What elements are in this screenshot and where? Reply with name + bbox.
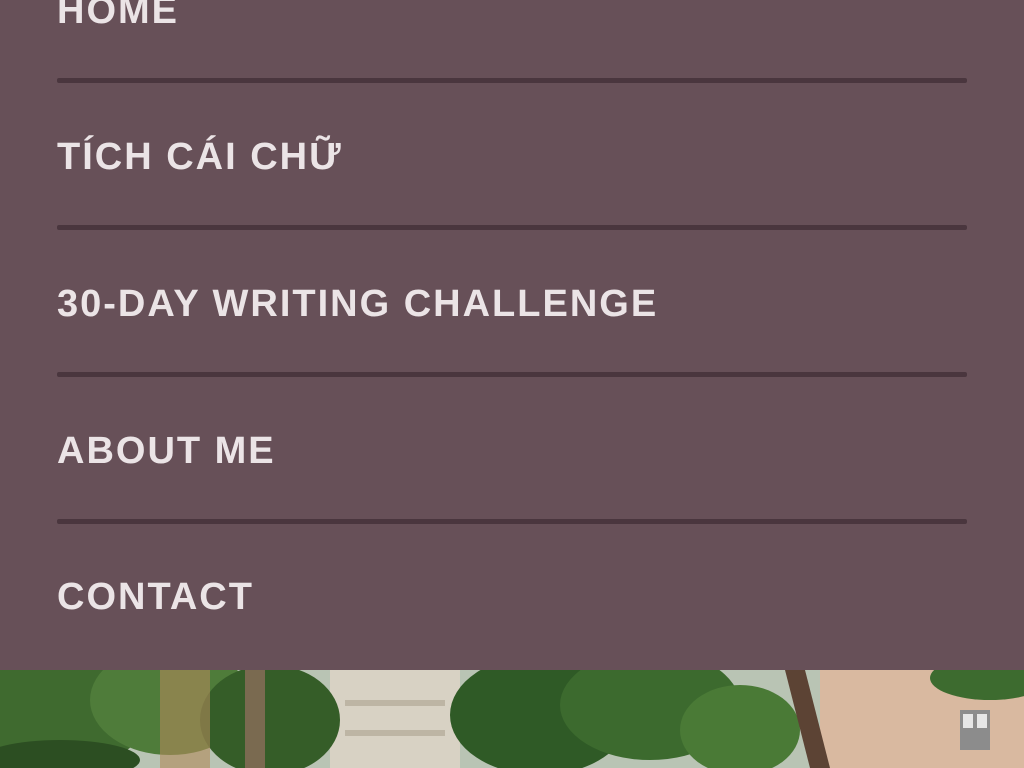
- menu-item-label: ABOUT ME: [57, 430, 276, 472]
- navigation-menu: HOME TÍCH CÁI CHỮ 30-DAY WRITING CHALLEN…: [0, 0, 1024, 670]
- menu-item-label: HOME: [57, 0, 179, 32]
- menu-item-home[interactable]: HOME: [57, 0, 967, 87]
- menu-item-label: TÍCH CÁI CHỮ: [57, 136, 343, 178]
- menu-item-30-day-writing-challenge[interactable]: 30-DAY WRITING CHALLENGE: [57, 230, 967, 377]
- hero-photo-trees: [0, 670, 1024, 768]
- menu-item-about-me[interactable]: ABOUT ME: [57, 377, 967, 524]
- menu-item-label: 30-DAY WRITING CHALLENGE: [57, 283, 659, 325]
- menu-item-tich-cai-chu[interactable]: TÍCH CÁI CHỮ: [57, 83, 967, 230]
- menu-item-label: CONTACT: [57, 576, 254, 618]
- menu-item-contact[interactable]: CONTACT: [57, 524, 967, 671]
- hero-photo: [0, 670, 1024, 768]
